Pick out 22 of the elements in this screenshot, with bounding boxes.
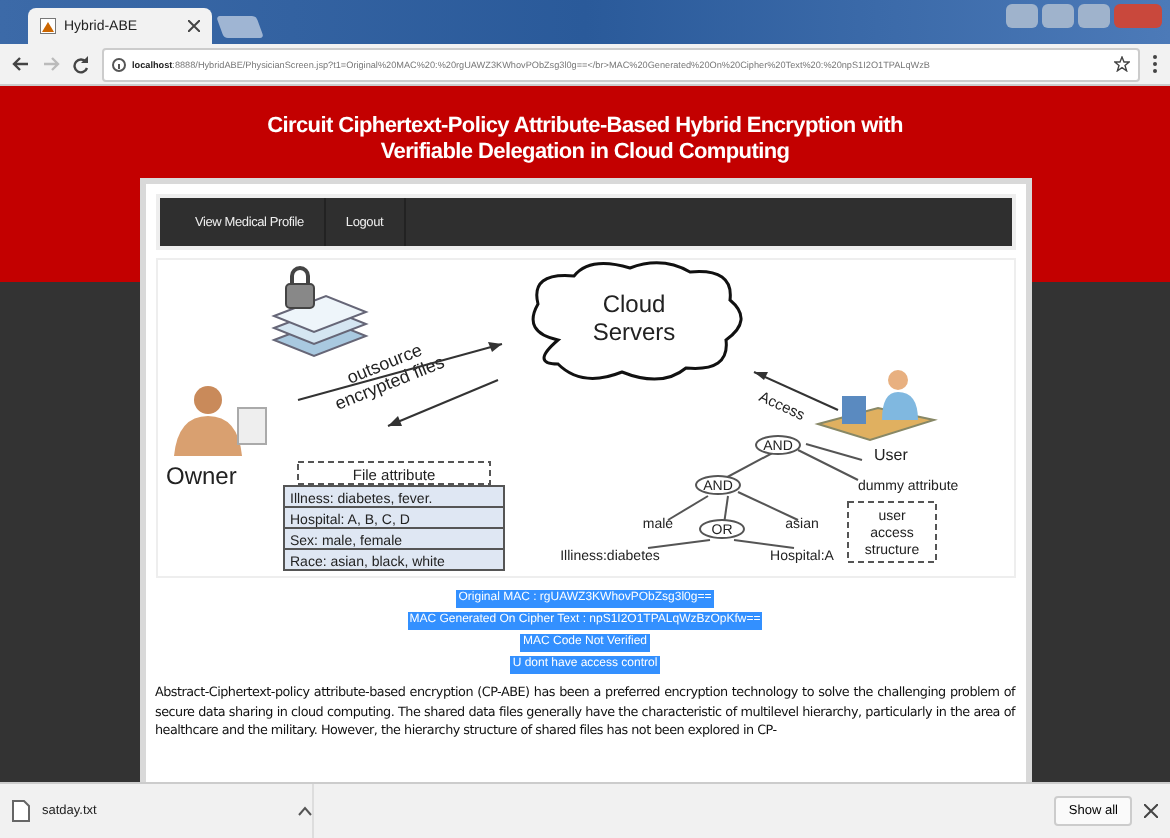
owner-silhouette-icon — [173, 386, 266, 456]
cloud-label: Cloud — [601, 290, 665, 318]
star-icon[interactable] — [1114, 56, 1130, 72]
new-tab-button[interactable] — [216, 16, 264, 38]
back-icon[interactable] — [12, 56, 30, 72]
owner-label: Owner — [165, 462, 236, 490]
user-label: User — [873, 446, 907, 464]
menu-icon[interactable] — [1152, 54, 1158, 74]
cloud-label: Servers — [591, 318, 675, 346]
logic-gate-node — [754, 435, 800, 455]
file-icon — [12, 800, 30, 822]
caret-icon[interactable] — [298, 806, 312, 816]
logic-gate-node — [694, 475, 740, 495]
structure-frame — [846, 501, 936, 563]
close-icon[interactable] — [1144, 804, 1158, 818]
reload-icon[interactable] — [72, 55, 90, 73]
user-at-desk-icon — [813, 370, 937, 442]
logic-gate-node — [698, 519, 744, 539]
close-icon[interactable] — [188, 20, 200, 32]
info-icon — [112, 57, 126, 71]
favicon-icon — [40, 18, 56, 34]
page-title: Circuit Ciphertext-Policy Attribute-Based Hybrid Encryption with Verifiable Delegation in Cloud Computing — [265, 114, 905, 166]
